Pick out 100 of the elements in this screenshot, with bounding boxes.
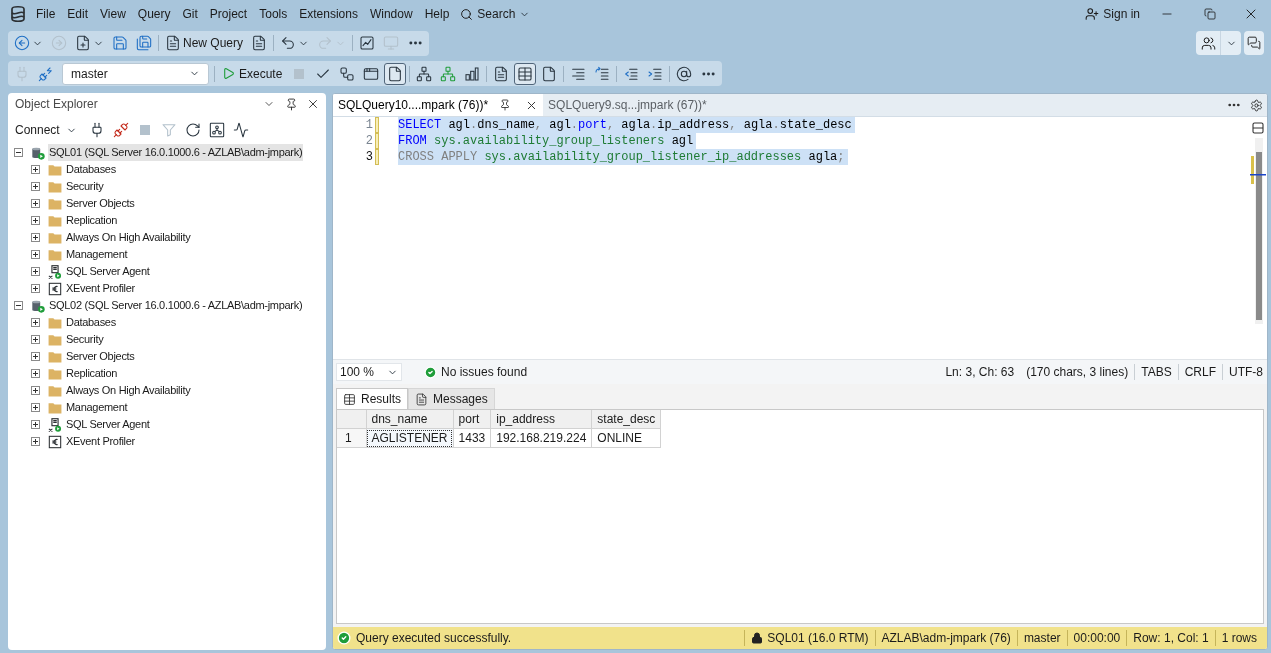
column-header[interactable]: port (453, 410, 491, 429)
people-dropdown-button[interactable] (1196, 31, 1241, 55)
folder-icon (48, 180, 62, 193)
folder-icon (48, 163, 62, 176)
framed-symbol-icon (48, 281, 62, 296)
new-query-button[interactable]: New Query (162, 32, 247, 54)
tree-item[interactable]: SQL02 (SQL Server 16.0.1000.6 - AZLAB\adm-jmpark) (48, 297, 304, 314)
split-view-icon[interactable] (1252, 122, 1264, 134)
table-cell[interactable]: ONLINE (591, 428, 661, 448)
tree-item[interactable]: Databases (65, 161, 117, 178)
search-button[interactable]: Search (455, 3, 536, 25)
plus-box-icon[interactable] (31, 182, 40, 191)
menu-item[interactable]: Project (203, 3, 254, 25)
tree-item[interactable]: Replication (65, 365, 119, 382)
plus-box-icon[interactable] (31, 233, 40, 242)
pin-icon (499, 99, 512, 111)
tree-item[interactable]: SQL01 (SQL Server 16.0.1000.6 - AZLAB\adm-jmpark) (48, 144, 304, 161)
indentation-status[interactable]: TABS (1134, 364, 1178, 380)
connect-button[interactable]: Connect (12, 120, 80, 140)
tree-item[interactable]: SQL Server Agent (65, 416, 151, 433)
menu-item[interactable]: Extensions (293, 3, 364, 25)
plus-box-icon[interactable] (31, 386, 40, 395)
execute-button[interactable]: Execute (218, 62, 287, 85)
line-number: 1 (364, 117, 373, 133)
tree-item[interactable]: Databases (65, 314, 117, 331)
tree-item[interactable]: Security (65, 178, 105, 195)
results-tab[interactable]: Messages (408, 388, 495, 409)
menu-item[interactable]: Git (176, 3, 204, 25)
plus-box-icon[interactable] (31, 318, 40, 327)
table-cell[interactable]: 1433 (453, 428, 491, 448)
document-tab[interactable]: SQLQuery10....mpark (76))* (333, 94, 544, 116)
folder-icon (48, 401, 62, 414)
table-icon (343, 392, 356, 406)
feedback-button[interactable] (1244, 31, 1264, 55)
check-circle-icon (337, 631, 351, 645)
encoding-status[interactable]: UTF-8 (1222, 364, 1265, 380)
tree-item[interactable]: Server Objects (65, 348, 136, 365)
folder-icon (48, 367, 62, 380)
folder-icon (48, 350, 62, 363)
menu-item[interactable]: Tools (253, 3, 294, 25)
line-ending-status[interactable]: CRLF (1177, 364, 1222, 380)
play-icon (222, 67, 235, 80)
zoom-dropdown[interactable]: 100 % (336, 363, 402, 381)
tree-item[interactable]: Always On High Availability (65, 382, 192, 399)
sign-in-button[interactable]: Sign in (1083, 3, 1142, 25)
character-count: (170 chars, 3 lines) (1025, 364, 1130, 381)
plus-box-icon[interactable] (31, 267, 40, 276)
plus-box-icon[interactable] (31, 335, 40, 344)
plus-box-icon[interactable] (31, 369, 40, 378)
plus-box-icon[interactable] (31, 437, 40, 446)
plus-box-icon[interactable] (31, 420, 40, 429)
plus-box-icon[interactable] (31, 403, 40, 412)
chat-icon (1247, 36, 1261, 50)
menu-item[interactable]: View (94, 3, 132, 25)
line-number: 2 (364, 133, 373, 149)
tree-item[interactable]: XEvent Profiler (65, 280, 136, 297)
tree-item[interactable]: Security (65, 331, 105, 348)
menu-item[interactable]: Window (363, 3, 419, 25)
table-cell[interactable]: 192.168.219.224 (490, 428, 592, 448)
folder-icon (48, 231, 62, 244)
tree-item[interactable]: Server Objects (65, 195, 136, 212)
folder-icon (48, 384, 62, 397)
plus-box-icon[interactable] (31, 284, 40, 293)
plus-box-icon[interactable] (31, 250, 40, 259)
menu-item[interactable]: Help (418, 3, 456, 25)
tree-item[interactable]: Replication (65, 212, 119, 229)
tree-item[interactable]: Always On High Availability (65, 229, 192, 246)
plus-box-icon[interactable] (31, 199, 40, 208)
plus-box-icon[interactable] (31, 352, 40, 361)
menu-item[interactable]: Query (131, 3, 177, 25)
tree-item[interactable]: Management (65, 399, 129, 416)
framed-symbol-icon (48, 434, 62, 449)
minus-box-icon[interactable] (14, 301, 23, 310)
lock-icon (751, 632, 764, 644)
database-server-icon (31, 298, 45, 313)
scrollbar[interactable] (1250, 138, 1266, 324)
plus-box-icon[interactable] (31, 216, 40, 225)
server-badge-icon (48, 417, 62, 432)
document-icon (415, 392, 428, 406)
results-tab[interactable]: Results (336, 388, 408, 409)
restore-icon (1204, 8, 1216, 20)
issues-status: No issues found (441, 364, 528, 381)
cursor-position: Ln: 3, Ch: 63 (944, 364, 1016, 381)
column-header[interactable]: state_desc (591, 410, 661, 429)
tree-item[interactable]: XEvent Profiler (65, 433, 136, 450)
tree-item[interactable]: Management (65, 246, 129, 263)
folder-icon (48, 316, 62, 329)
plus-box-icon[interactable] (31, 165, 40, 174)
column-header[interactable]: ip_address (490, 410, 592, 429)
minus-box-icon[interactable] (14, 148, 23, 157)
menu-item[interactable]: Edit (61, 3, 95, 25)
database-select[interactable]: master (62, 62, 209, 85)
menu-item[interactable]: File (30, 3, 62, 25)
elapsed-time: 00:00:00 (1066, 630, 1127, 646)
folder-icon (48, 248, 62, 261)
tree-item[interactable]: SQL Server Agent (65, 263, 151, 280)
column-header[interactable]: dns_name (366, 410, 454, 429)
users-icon (1200, 35, 1216, 51)
document-tab[interactable]: SQLQuery9.sq...jmpark (67))* (543, 94, 710, 116)
row-count: 1 rows (1214, 630, 1263, 646)
